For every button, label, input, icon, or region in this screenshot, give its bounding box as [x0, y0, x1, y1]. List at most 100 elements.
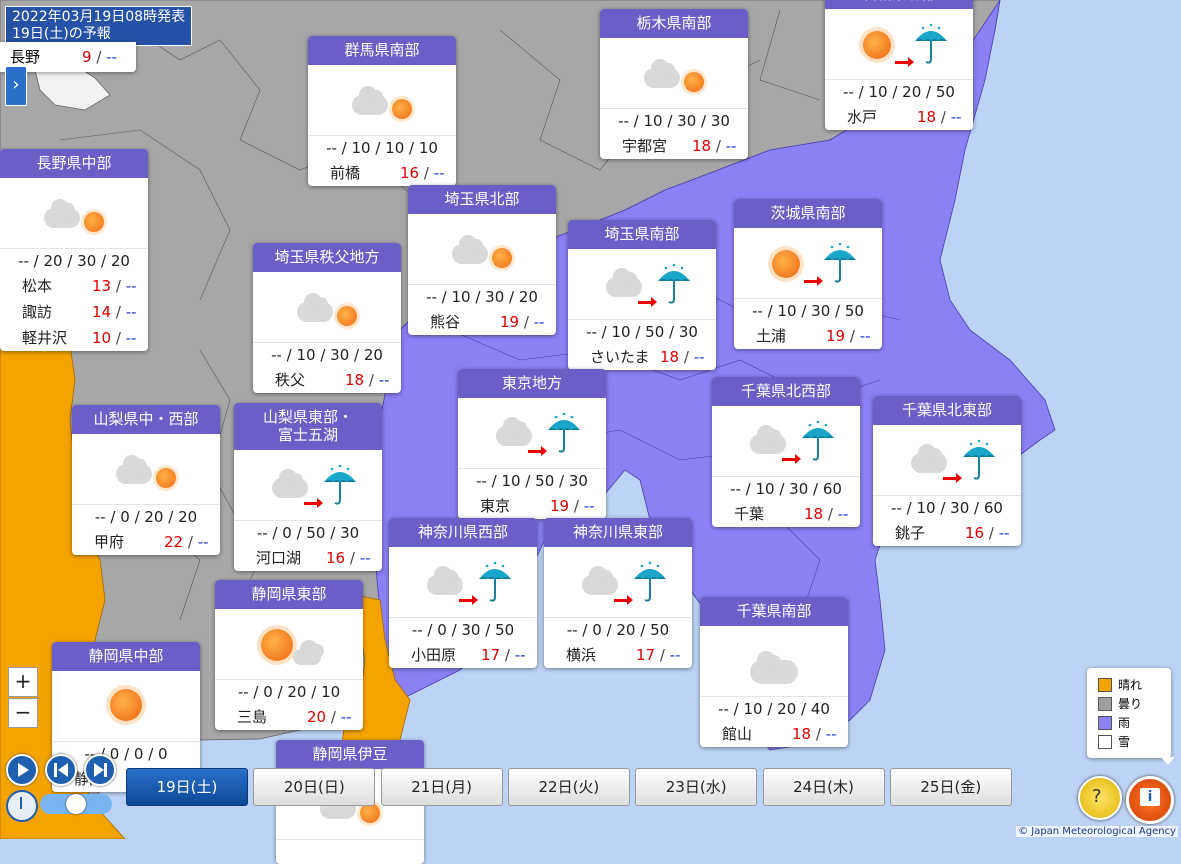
max-temp: 22 [164, 533, 184, 551]
forecast-card[interactable]: 埼玉県秩父地方 -- / 10 / 30 / 20 秩父 18 / -- [253, 243, 401, 393]
station-row: 甲府 22 / -- [72, 529, 220, 555]
precip-probability: -- / 10 / 50 / 30 [586, 323, 698, 341]
station-name: 甲府 [94, 533, 125, 551]
temperature: 20 / -- [307, 708, 352, 726]
umbrella-rain-icon [479, 561, 511, 602]
temperature: 17 / -- [636, 646, 681, 664]
weather-icon-area [308, 65, 456, 136]
cloudy-then-rain-icon [712, 406, 860, 476]
forecast-card[interactable]: 神奈川県東部 -- / 0 / 20 / 50 横浜 17 / -- [544, 518, 692, 668]
min-temp: -- [693, 348, 705, 366]
timer-button[interactable] [6, 790, 38, 822]
forecast-card[interactable]: 神奈川県西部 -- / 0 / 30 / 50 小田原 17 / -- [389, 518, 537, 668]
day-tab[interactable]: 24日(木) [762, 768, 885, 806]
temperature: 22 / -- [164, 533, 209, 551]
temperature: 10 / -- [92, 329, 137, 347]
step-forward-button[interactable] [84, 754, 116, 786]
precip-probability: -- / 10 / 30 / 60 [730, 480, 842, 498]
play-button[interactable] [6, 754, 38, 786]
forecast-card[interactable]: 埼玉県南部 -- / 10 / 50 / 30 さいたま 18 / -- [568, 220, 716, 370]
help-button[interactable]: ? [1078, 776, 1122, 820]
day-tab[interactable]: 25日(金) [889, 768, 1012, 806]
forecast-card[interactable]: 千葉県北東部 -- / 10 / 30 / 60 銚子 16 / -- [873, 396, 1021, 546]
forecast-card[interactable]: 千葉県南部 -- / 10 / 20 / 40 館山 18 / -- [700, 597, 848, 747]
station-name: 三島 [237, 708, 268, 726]
weather-icon-area [72, 434, 220, 505]
weather-icon-area [0, 178, 148, 249]
region-title: 千葉県北西部 [712, 377, 860, 406]
region-title: 山梨県東部・ 富士五湖 [234, 403, 382, 450]
max-temp: 18 [792, 725, 812, 743]
max-temp: 18 [692, 137, 712, 155]
forecast-card[interactable]: 茨城県南部 -- / 10 / 30 / 50 土浦 19 / -- [734, 199, 882, 349]
cloudy-then-rain-icon [873, 425, 1021, 495]
cloudy-then-rain-icon [234, 450, 382, 520]
max-temp: 17 [481, 646, 501, 664]
forecast-card[interactable]: 山梨県東部・ 富士五湖 -- / 0 / 50 / 30 河口湖 16 / -- [234, 403, 382, 571]
forecast-card[interactable]: 山梨県中・西部 -- / 0 / 20 / 20 甲府 22 / -- [72, 405, 220, 555]
station-row: 横浜 17 / -- [544, 642, 692, 668]
station-row: 宇都宮 18 / -- [600, 133, 748, 159]
zoom-in-button[interactable]: + [8, 667, 38, 697]
chevron-right-icon: › [12, 74, 20, 95]
zoom-out-button[interactable]: − [8, 698, 38, 728]
day-tab[interactable]: 23日(水) [635, 768, 758, 806]
min-temp: -- [340, 708, 352, 726]
umbrella-rain-icon [824, 242, 856, 283]
min-temp: -- [669, 646, 681, 664]
precip-probability: -- / 10 / 50 / 30 [476, 472, 588, 490]
forecast-card[interactable]: 東京地方 -- / 10 / 50 / 30 東京 19 / -- [458, 369, 606, 519]
umbrella-rain-icon [963, 439, 995, 480]
forecast-card[interactable]: 群馬県南部 -- / 10 / 10 / 10 前橋 16 / -- [308, 36, 456, 186]
forecast-card[interactable]: 静岡県東部 -- / 0 / 20 / 10 三島 20 / -- [215, 580, 363, 730]
station-row: 千葉 18 / -- [712, 501, 860, 527]
day-tab[interactable]: 21日(月) [380, 768, 503, 806]
slider-handle[interactable] [66, 794, 86, 814]
step-back-button[interactable] [45, 754, 77, 786]
weather-icon-area [408, 214, 556, 285]
umbrella-rain-icon [802, 420, 834, 461]
forecast-card[interactable]: 長野県中部 -- / 20 / 30 / 20 松本 13 / -- 諏訪 14… [0, 149, 148, 351]
temperature: 18 / -- [804, 505, 849, 523]
weather-icon-area [712, 406, 860, 477]
opacity-slider[interactable] [40, 794, 112, 814]
station-row: 前橋 16 / -- [308, 160, 456, 186]
min-temp: -- [125, 277, 137, 295]
day-tab[interactable]: 19日(土) [126, 768, 248, 806]
station-name: 千葉 [734, 505, 765, 523]
legend-pointer [1161, 757, 1175, 765]
day-tab[interactable]: 20日(日) [253, 768, 376, 806]
min-temp: -- [514, 646, 526, 664]
legend-button[interactable]: i [1126, 776, 1174, 824]
legend-item: 雪 [1087, 732, 1171, 751]
weather-icon-area [825, 9, 973, 80]
forecast-card[interactable]: 栃木県南部 -- / 10 / 30 / 30 宇都宮 18 / -- [600, 9, 748, 159]
region-title: 神奈川県西部 [389, 518, 537, 547]
forecast-card[interactable]: 埼玉県北部 -- / 10 / 30 / 20 熊谷 19 / -- [408, 185, 556, 335]
cloudy-then-rain-icon [544, 547, 692, 617]
station-name: 熊谷 [430, 313, 461, 331]
legend-label: 曇り [1118, 697, 1143, 711]
region-title: 茨城県南部 [734, 199, 882, 228]
station-name: 河口湖 [256, 549, 302, 567]
min-temp: -- [378, 371, 390, 389]
day-tab[interactable]: 22日(火) [507, 768, 630, 806]
precip-probability [276, 840, 424, 864]
min-temp: -- [533, 313, 545, 331]
legend-label: 雪 [1118, 735, 1131, 749]
min-temp: -- [859, 327, 871, 345]
forecast-card[interactable]: 茨城県北部 -- / 10 / 20 / 50 水戸 18 / -- [825, 0, 973, 130]
temperature: 16 / -- [400, 164, 445, 182]
sunny-then-rain-icon [825, 9, 973, 79]
station-name: 横浜 [566, 646, 597, 664]
panel-toggle-button[interactable]: › [5, 66, 27, 106]
play-icon [18, 763, 29, 777]
temperature: 17 / -- [481, 646, 526, 664]
umbrella-rain-icon [634, 561, 666, 602]
cloudy-then-rain-icon [458, 398, 606, 468]
min-temp: -- [950, 108, 962, 126]
forecast-card[interactable]: 千葉県北西部 -- / 10 / 30 / 60 千葉 18 / -- [712, 377, 860, 527]
cloudy-then-sunny-icon [408, 214, 556, 284]
legend-swatch [1098, 734, 1112, 749]
station-name: 水戸 [847, 108, 878, 126]
